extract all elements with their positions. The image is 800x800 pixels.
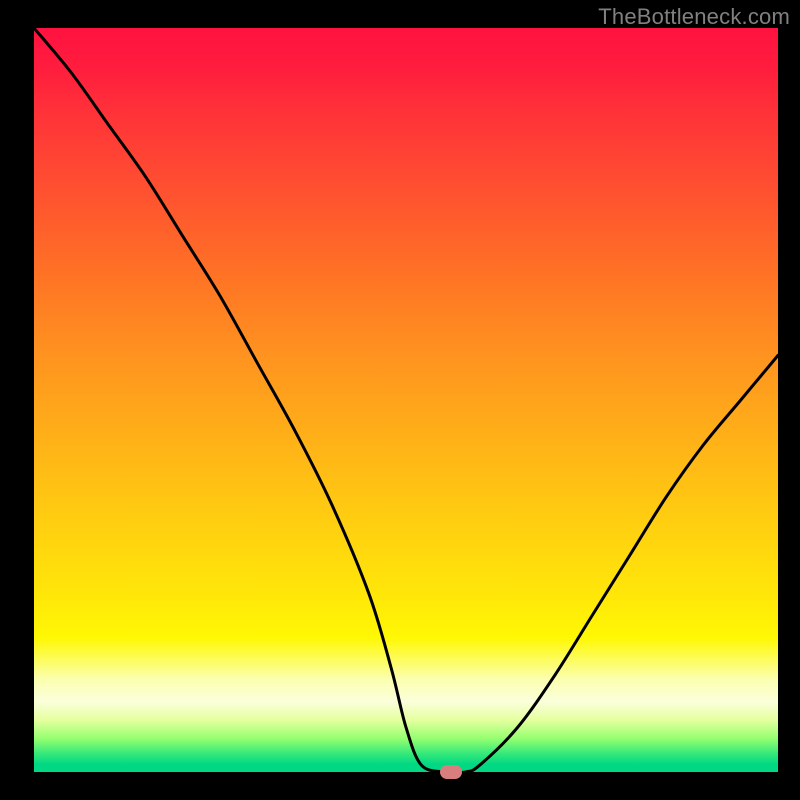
optimal-point-marker [440,765,462,779]
plot-area [34,28,778,772]
chart-frame: TheBottleneck.com [0,0,800,800]
watermark-label: TheBottleneck.com [598,4,790,30]
bottleneck-curve [34,28,778,772]
